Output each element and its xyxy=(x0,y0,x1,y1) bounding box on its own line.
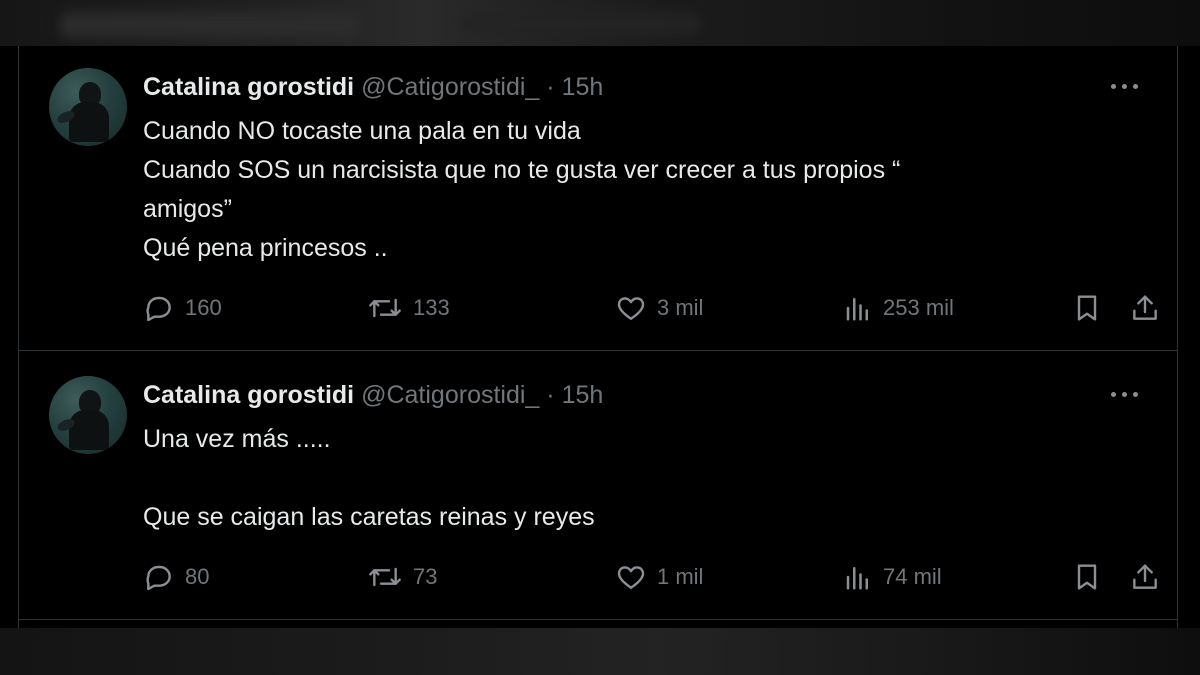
tweet-text-line xyxy=(143,459,1103,498)
bar-chart-icon xyxy=(846,298,868,321)
tweet-text-line: Qué pena princesos .. xyxy=(143,234,388,262)
avatar[interactable] xyxy=(49,68,127,146)
heart-icon xyxy=(617,297,645,320)
heart-icon xyxy=(617,566,645,589)
tweet-time[interactable]: 15h xyxy=(562,73,604,101)
like-count: 3 mil xyxy=(657,295,704,320)
bookmark-icon xyxy=(1077,564,1097,590)
tweet[interactable]: Catalina gorostidi @Catigorostidi_ · 15h… xyxy=(19,351,1177,619)
avatar[interactable] xyxy=(49,376,127,454)
share-button[interactable] xyxy=(1129,559,1161,595)
share-icon xyxy=(1133,295,1157,320)
tweet-time[interactable]: 15h xyxy=(562,381,604,409)
author-handle[interactable]: @Catigorostidi_ xyxy=(361,73,539,101)
share-button[interactable] xyxy=(1129,290,1161,326)
header-separator: · xyxy=(546,381,555,409)
blurred-content xyxy=(60,12,360,38)
reply-count: 80 xyxy=(185,564,210,589)
more-dots-icon[interactable] xyxy=(1111,84,1141,92)
retweet-count: 73 xyxy=(413,564,438,589)
like-button[interactable]: 1 mil xyxy=(615,559,703,595)
tweet-text-line: Una vez más ..... xyxy=(143,425,331,453)
author-name[interactable]: Catalina gorostidi xyxy=(143,381,354,409)
avatar-figure xyxy=(69,102,109,142)
avatar-figure xyxy=(69,410,109,450)
share-icon xyxy=(1133,564,1157,589)
header-separator: · xyxy=(546,73,555,101)
blurred-content xyxy=(460,14,700,34)
tweet-actions: 80 73 1 mil 74 mil xyxy=(143,559,1157,595)
tweet-text: Una vez más ..... Que se caigan las care… xyxy=(143,420,1103,537)
like-count: 1 mil xyxy=(657,564,704,589)
tweet-feed: Catalina gorostidi @Catigorostidi_ · 15h… xyxy=(18,46,1178,628)
reply-count: 160 xyxy=(185,295,222,320)
reply-button[interactable]: 80 xyxy=(143,559,209,595)
bookmark-icon xyxy=(1077,295,1097,321)
author-handle[interactable]: @Catigorostidi_ xyxy=(361,381,539,409)
views-count: 74 mil xyxy=(883,564,942,589)
retweet-icon xyxy=(369,298,401,318)
blurred-bottom-bar xyxy=(0,628,1200,675)
tweet[interactable]: Catalina gorostidi @Catigorostidi_ · 15h… xyxy=(19,46,1177,350)
tweet-header: Catalina gorostidi @Catigorostidi_ · 15h xyxy=(143,380,603,410)
tweet-text-line: Cuando NO tocaste una pala en tu vida xyxy=(143,117,581,145)
like-button[interactable]: 3 mil xyxy=(615,290,703,326)
tweet-text-line: Que se caigan las caretas reinas y reyes xyxy=(143,503,595,531)
tweet-divider xyxy=(19,619,1177,620)
author-name[interactable]: Catalina gorostidi xyxy=(143,73,354,101)
views-button[interactable]: 253 mil xyxy=(843,290,954,326)
retweet-button[interactable]: 73 xyxy=(367,559,437,595)
reply-button[interactable]: 160 xyxy=(143,290,222,326)
bookmark-button[interactable] xyxy=(1071,290,1103,326)
tweet-text-line: Cuando SOS un narcisista que no te gusta… xyxy=(143,156,901,184)
retweet-count: 133 xyxy=(413,295,450,320)
retweet-button[interactable]: 133 xyxy=(367,290,450,326)
speech-bubble-icon xyxy=(146,565,171,591)
views-button[interactable]: 74 mil xyxy=(843,559,942,595)
blurred-top-bar xyxy=(0,0,1200,46)
tweet-header: Catalina gorostidi @Catigorostidi_ · 15h xyxy=(143,72,603,102)
retweet-icon xyxy=(369,567,401,587)
bookmark-button[interactable] xyxy=(1071,559,1103,595)
views-count: 253 mil xyxy=(883,295,954,320)
tweet-text-line: amigos” xyxy=(143,195,232,223)
tweet-text: Cuando NO tocaste una pala en tu vida Cu… xyxy=(143,112,1103,268)
tweet-actions: 160 133 3 mil 253 mil xyxy=(143,290,1157,326)
bar-chart-icon xyxy=(846,567,868,590)
speech-bubble-icon xyxy=(146,296,171,322)
more-dots-icon[interactable] xyxy=(1111,392,1141,400)
